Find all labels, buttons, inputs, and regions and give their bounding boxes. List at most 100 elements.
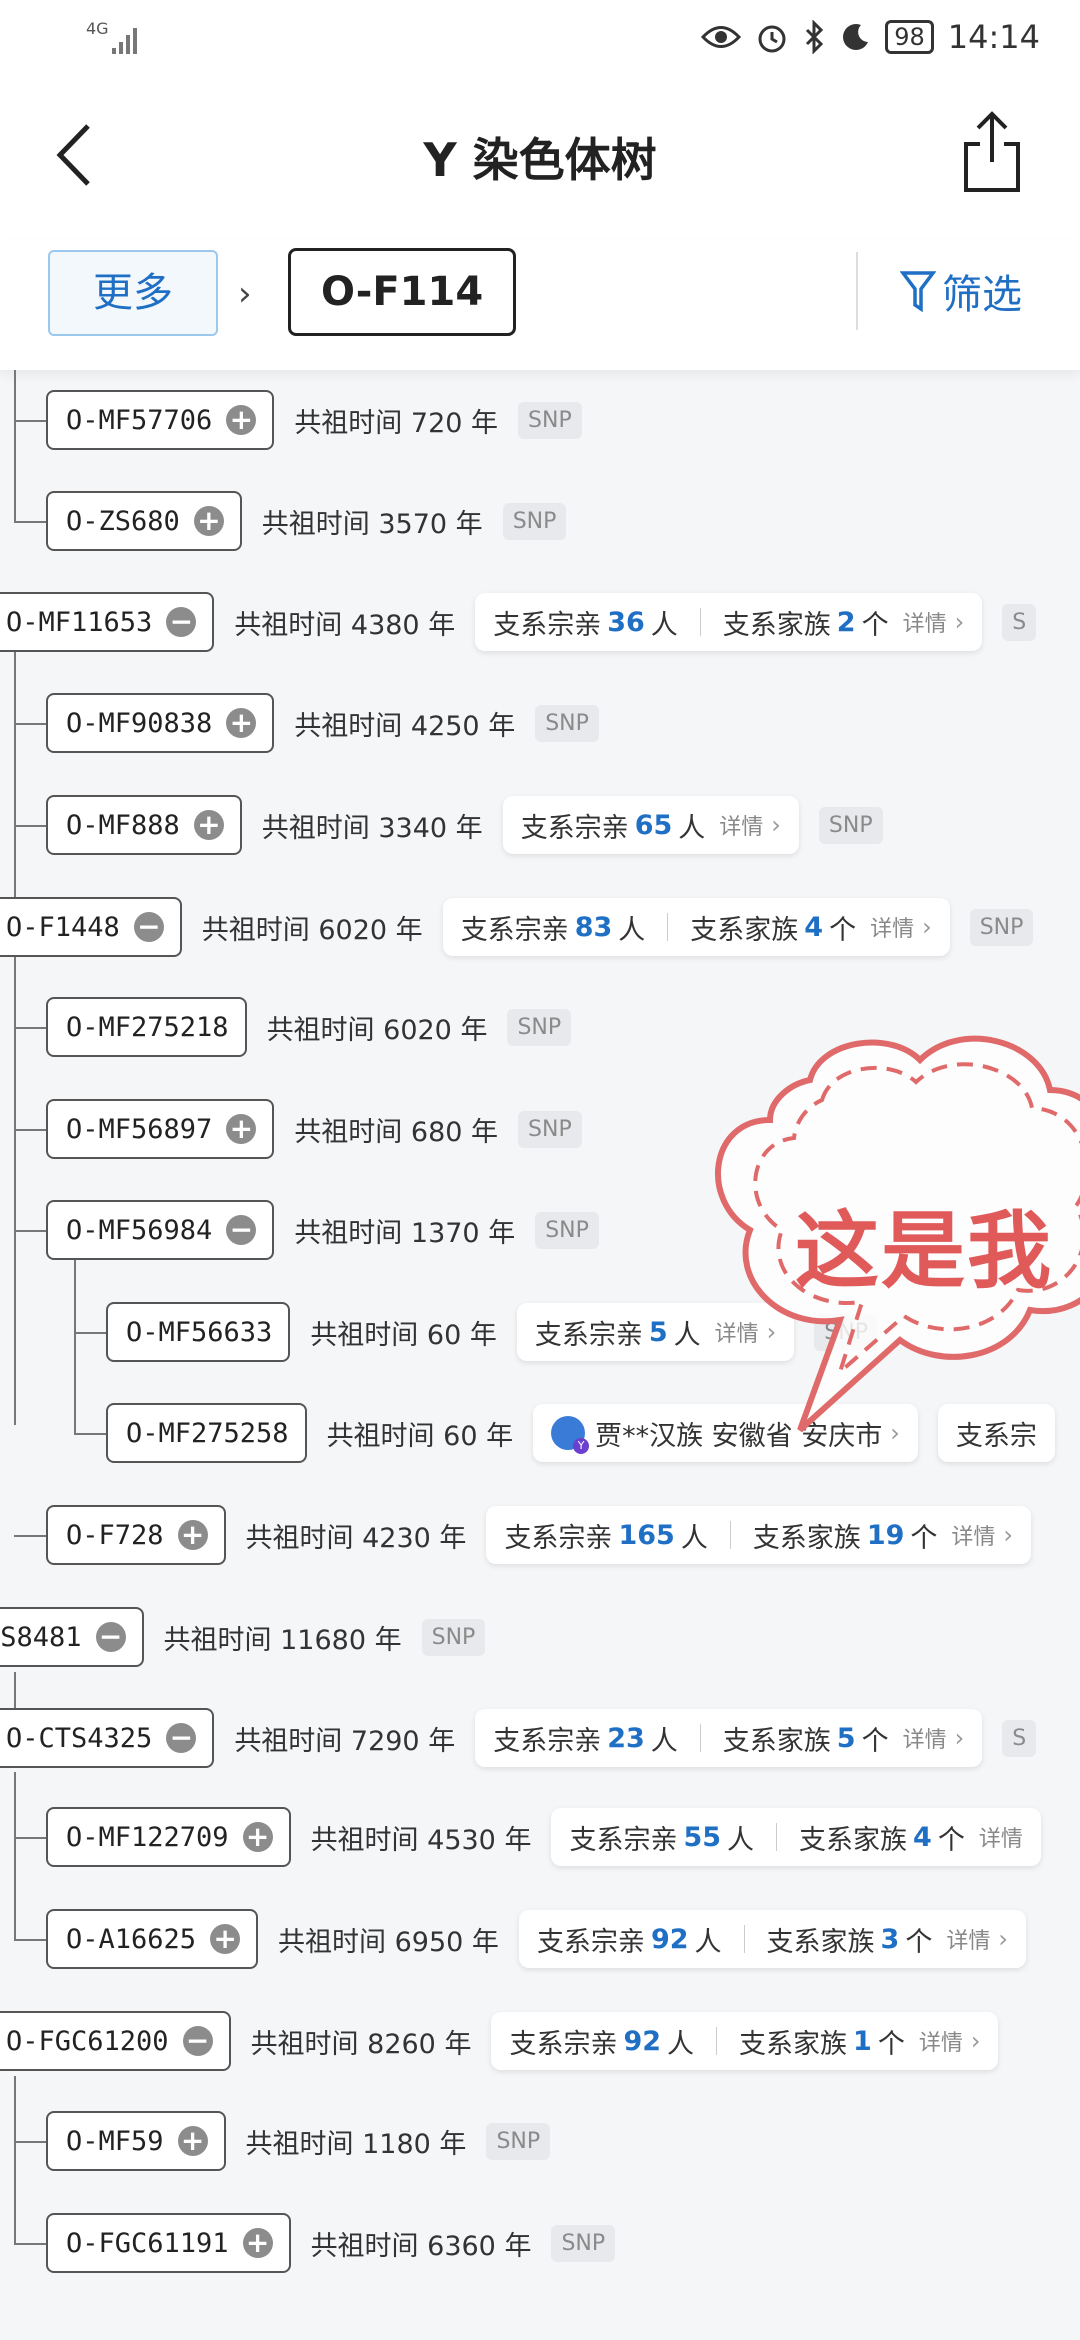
branch-stats-card[interactable]: 支系宗亲 65 人 详情 ›: [502, 796, 799, 854]
kin-unit: 人: [727, 1824, 755, 1856]
haplogroup-node[interactable]: O-MF122709 +: [46, 1807, 291, 1867]
haplogroup-node[interactable]: O-MF275258: [106, 1403, 307, 1463]
collapse-icon[interactable]: −: [226, 1215, 257, 1245]
chevron-right-icon: ›: [954, 608, 965, 636]
haplogroup-node[interactable]: O-MF90838 +: [46, 693, 275, 753]
haplogroup-node[interactable]: O-MF11653−: [0, 592, 215, 652]
tree-connector: [14, 723, 46, 725]
haplogroup-node[interactable]: O-F1448−: [0, 897, 182, 957]
node-name: O-MF275218: [66, 1011, 229, 1043]
haplogroup-node[interactable]: O-MF56984−: [46, 1200, 275, 1260]
family-label: 支系家族: [752, 1522, 861, 1554]
branch-stats-card[interactable]: 支系宗亲 23 人 支系家族 5 个 详情 ›: [475, 1709, 983, 1767]
node-name: O-F1448: [6, 911, 120, 943]
expand-icon[interactable]: +: [226, 708, 257, 738]
details-link[interactable]: 详情: [919, 2025, 963, 2057]
haplogroup-node[interactable]: O-FGC61200−: [0, 2011, 231, 2071]
snp-tag[interactable]: SNP: [551, 2224, 616, 2262]
snp-tag[interactable]: SNP: [969, 908, 1034, 946]
eye-icon: [701, 26, 742, 48]
branch-stats-card[interactable]: 支系宗亲 165 人 支系家族 19 个 详情 ›: [486, 1506, 1032, 1564]
branch-stats-card[interactable]: 支系宗亲 92 人 支系家族 1 个 详情 ›: [491, 2012, 999, 2070]
network-type: 4G: [86, 19, 109, 38]
expand-icon[interactable]: +: [226, 1114, 257, 1144]
tree-connector: [14, 2076, 16, 2244]
snp-tag[interactable]: SNP: [421, 1618, 486, 1656]
snp-tag[interactable]: SNP: [818, 806, 883, 844]
haplogroup-node[interactable]: O-ZS680 +: [46, 491, 242, 551]
haplogroup-node[interactable]: O-MF56897 +: [46, 1099, 275, 1159]
details-link[interactable]: 详情: [946, 1923, 990, 1955]
collapse-icon[interactable]: −: [166, 1723, 197, 1753]
separator: [776, 1823, 778, 1851]
node-name: O-MF56984: [66, 1214, 213, 1246]
haplogroup-node[interactable]: O-MF275218: [46, 997, 247, 1057]
expand-icon[interactable]: +: [177, 1520, 208, 1550]
branch-stats-card[interactable]: 支系宗亲 36 人 支系家族 2 个 详情 ›: [475, 593, 983, 651]
separator: [743, 1925, 745, 1953]
haplogroup-node[interactable]: TS8481−: [0, 1607, 144, 1667]
expand-icon[interactable]: +: [210, 1924, 241, 1954]
node-name: O-MF59: [66, 2125, 164, 2157]
snp-tag[interactable]: SNP: [502, 502, 567, 540]
status-right: 98 14:14: [701, 18, 1040, 56]
expand-icon[interactable]: +: [177, 2126, 208, 2156]
signal-icon: [112, 28, 137, 54]
haplogroup-node[interactable]: O-MF59 +: [46, 2111, 226, 2171]
details-link[interactable]: 详情: [870, 911, 914, 943]
haplogroup-node[interactable]: O-F728 +: [46, 1505, 226, 1565]
haplogroup-node[interactable]: O-FGC61191 +: [46, 2213, 291, 2273]
tree-node: O-MF56897 + 共祖时间 680 年 SNP: [46, 1099, 582, 1159]
haplogroup-node[interactable]: O-MF888 +: [46, 795, 242, 855]
node-name: TS8481: [0, 1621, 82, 1653]
tree-connector: [14, 1837, 46, 1839]
expand-icon[interactable]: +: [242, 2228, 273, 2258]
tree-connector: [74, 1433, 106, 1435]
more-button[interactable]: 更多: [48, 250, 218, 336]
haplogroup-node[interactable]: O-MF56633: [106, 1302, 291, 1362]
collapse-icon[interactable]: −: [182, 2026, 213, 2056]
snp-tag[interactable]: SNP: [518, 1110, 582, 1148]
snp-tag[interactable]: SNP: [535, 704, 599, 742]
snp-tag[interactable]: S: [1002, 603, 1037, 641]
separator: [729, 1521, 731, 1549]
tree-connector: [74, 1332, 106, 1334]
expand-icon[interactable]: +: [193, 506, 224, 536]
tree-node: O-CTS4325− 共祖时间 7290 年 支系宗亲 23 人 支系家族 5 个 详情…: [0, 1708, 1037, 1768]
expand-icon[interactable]: +: [193, 810, 224, 840]
branch-stats-card[interactable]: 支系宗亲 92 人 支系家族 3 个 详情 ›: [518, 1910, 1026, 1968]
snp-tag[interactable]: SNP: [507, 1008, 572, 1046]
moon-icon: [843, 24, 869, 50]
node-name: O-MF275258: [126, 1417, 289, 1449]
family-unit: 个: [937, 1824, 965, 1856]
collapse-icon[interactable]: −: [166, 607, 197, 637]
snp-tag[interactable]: S: [1002, 1719, 1037, 1757]
current-haplogroup[interactable]: O-F114: [288, 248, 517, 336]
details-link[interactable]: 详情: [903, 1722, 947, 1754]
tree-node: O-F1448− 共祖时间 6020 年 支系宗亲 83 人 支系家族 4 个 详情 › …: [0, 897, 1034, 957]
expand-icon[interactable]: +: [242, 1822, 273, 1852]
kin-count: 83: [574, 911, 613, 943]
node-name: O-CTS4325: [6, 1722, 153, 1754]
haplogroup-node[interactable]: O-CTS4325−: [0, 1708, 215, 1768]
expand-icon[interactable]: +: [226, 405, 257, 435]
filter-button[interactable]: 筛选: [900, 262, 1022, 320]
details-link[interactable]: 详情: [979, 1821, 1023, 1853]
details-link[interactable]: 详情: [719, 809, 763, 841]
clock: 14:14: [947, 18, 1040, 56]
haplogroup-node[interactable]: O-MF57706 +: [46, 390, 275, 450]
snp-tag[interactable]: SNP: [535, 1211, 599, 1249]
snp-tag[interactable]: SNP: [486, 2122, 551, 2160]
branch-stats-card[interactable]: 支系宗亲 83 人 支系家族 4 个 详情 ›: [442, 898, 950, 956]
family-count: 19: [866, 1519, 905, 1551]
details-link[interactable]: 详情: [903, 606, 947, 638]
tree-node: O-MF59 + 共祖时间 1180 年 SNP: [46, 2111, 551, 2171]
details-link[interactable]: 详情: [951, 1519, 995, 1551]
snp-tag[interactable]: SNP: [518, 401, 582, 439]
kin-unit: 人: [650, 1725, 678, 1757]
branch-stats-card[interactable]: 支系宗亲 55 人 支系家族 4 个 详情: [551, 1808, 1041, 1866]
haplogroup-node[interactable]: O-A16625 +: [46, 1909, 259, 1969]
share-icon[interactable]: [960, 110, 1024, 194]
collapse-icon[interactable]: −: [133, 912, 164, 942]
collapse-icon[interactable]: −: [95, 1622, 126, 1652]
